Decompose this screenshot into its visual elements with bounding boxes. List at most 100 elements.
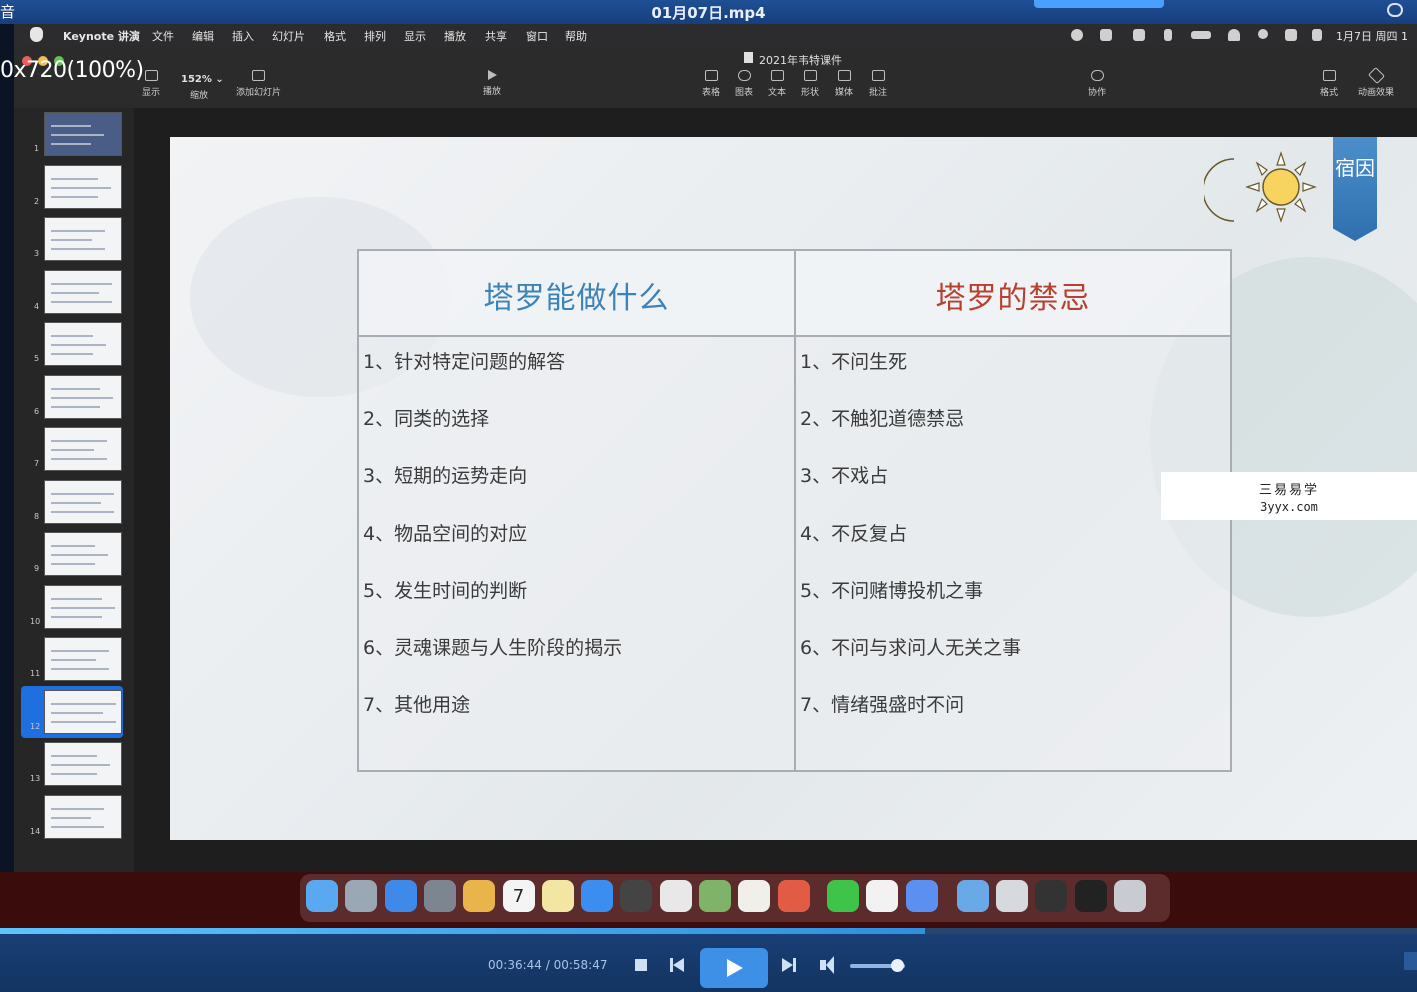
- thumbnail-line: [51, 405, 100, 408]
- thumbnail-line: [51, 597, 102, 600]
- siri-icon[interactable]: [1312, 29, 1322, 41]
- slide-thumbnail[interactable]: [44, 689, 122, 734]
- tool-animate[interactable]: 动画效果: [1358, 67, 1394, 98]
- table-cell-right: 2、不触犯道德禁忌: [800, 408, 965, 431]
- slide-number: 8: [34, 511, 40, 521]
- document-icon[interactable]: [996, 880, 1029, 912]
- menu-share[interactable]: 共享: [485, 28, 507, 44]
- media-icon: [837, 70, 851, 81]
- slide-thumbnail[interactable]: [44, 479, 122, 524]
- slide-thumbnail[interactable]: [44, 217, 122, 261]
- search-icon[interactable]: [1258, 29, 1268, 39]
- slide-thumbnail[interactable]: [44, 742, 122, 786]
- maps-icon[interactable]: [699, 880, 731, 912]
- menu-edit[interactable]: 编辑: [192, 28, 214, 44]
- slide-thumbnail[interactable]: [44, 427, 122, 471]
- phone-icon[interactable]: [1035, 880, 1068, 912]
- thumbnail-line: [51, 143, 91, 145]
- menu-file[interactable]: 文件: [152, 28, 174, 44]
- apple-icon[interactable]: [30, 27, 43, 42]
- finder-icon[interactable]: [306, 880, 338, 912]
- wechat-icon[interactable]: [826, 880, 859, 912]
- textedit-icon[interactable]: [738, 880, 771, 912]
- safari-icon[interactable]: [384, 880, 417, 912]
- slide-thumbnail[interactable]: [44, 637, 122, 681]
- menu-app[interactable]: Keynote 讲演: [63, 28, 140, 44]
- menu-slide[interactable]: 幻灯片: [272, 28, 305, 44]
- table-cell-left: 3、短期的运势走向: [363, 465, 528, 488]
- system-preferences-icon[interactable]: [423, 880, 456, 912]
- bluetooth-icon[interactable]: [1164, 29, 1172, 41]
- slide-thumbnail[interactable]: [44, 164, 122, 209]
- plus-icon: [252, 70, 265, 81]
- slide-thumbnail[interactable]: [44, 269, 122, 314]
- menu-help[interactable]: 帮助: [565, 28, 587, 44]
- menu-view[interactable]: 显示: [404, 28, 426, 44]
- preview-icon[interactable]: [659, 880, 692, 912]
- thumbnail-line: [51, 545, 95, 547]
- slide-thumbnail[interactable]: [44, 374, 122, 419]
- launchpad-icon[interactable]: [345, 880, 378, 912]
- wifi-icon[interactable]: [1228, 29, 1240, 41]
- thumbnail-line: [51, 291, 99, 294]
- table-cell-right: 7、情绪强盛时不问: [800, 694, 965, 717]
- tool-zoom[interactable]: 缩放: [190, 88, 208, 101]
- keynote-icon[interactable]: [620, 880, 653, 912]
- play-button[interactable]: [700, 948, 768, 988]
- menu-arrange[interactable]: 排列: [364, 28, 386, 44]
- menu-format[interactable]: 格式: [324, 28, 346, 44]
- table-cell-right: 4、不反复占: [800, 522, 908, 545]
- tool-view[interactable]: 显示: [142, 70, 160, 98]
- table-header-right: 塔罗的禁忌: [935, 281, 1091, 316]
- slide-number: 12: [30, 721, 41, 731]
- tool-play[interactable]: 播放: [483, 70, 501, 97]
- slide-thumbnail[interactable]: [44, 584, 122, 629]
- volume-knob[interactable]: [890, 959, 904, 972]
- slide-navigator[interactable]: 1 2 3 4 5 6 7 8 9 10 11 12 13 14: [14, 108, 134, 872]
- tool-media[interactable]: 媒体: [835, 70, 853, 98]
- battery-icon[interactable]: [1191, 31, 1211, 39]
- collapse-panel-button[interactable]: [1404, 952, 1417, 970]
- tool-text[interactable]: 文本: [768, 70, 786, 98]
- tool-table[interactable]: 表格: [702, 70, 720, 98]
- stop-button[interactable]: [635, 959, 647, 971]
- feishu-icon[interactable]: [905, 880, 938, 912]
- slide-number: 7: [34, 459, 40, 468]
- chat-icon[interactable]: [1387, 3, 1403, 17]
- slide-thumbnail[interactable]: [44, 794, 122, 839]
- thumbnail-line: [51, 764, 110, 766]
- status-clock-icon[interactable]: [1071, 29, 1083, 41]
- tool-collaborate[interactable]: 协作: [1088, 70, 1106, 98]
- tool-chart[interactable]: 图表: [735, 70, 753, 98]
- tool-format[interactable]: 格式: [1320, 70, 1338, 98]
- input-method-icon[interactable]: [1133, 29, 1145, 41]
- screen-icon[interactable]: [1074, 880, 1107, 912]
- slide-thumbnail[interactable]: [44, 322, 122, 366]
- chrome-icon[interactable]: [777, 880, 810, 912]
- zoom-select[interactable]: 152% ⌄: [181, 74, 224, 85]
- app-store-icon[interactable]: [581, 880, 614, 912]
- menu-insert[interactable]: 插入: [232, 28, 254, 44]
- slide-thumbnail[interactable]: [44, 112, 122, 156]
- folder-icon[interactable]: [956, 880, 989, 912]
- thumbnail-line: [51, 492, 114, 495]
- notes-icon[interactable]: [541, 880, 574, 912]
- menu-play[interactable]: 播放: [444, 28, 466, 44]
- calendar-icon[interactable]: 7: [502, 880, 535, 912]
- next-button[interactable]: [782, 958, 793, 972]
- slide-thumbnail[interactable]: [44, 532, 122, 576]
- control-center-icon[interactable]: [1285, 29, 1297, 41]
- keynote-toolbar: 2021年韦特课件 显示 152% ⌄ 缩放 添加幻灯片 播放 表格 图表 文本…: [14, 46, 1417, 108]
- tool-comment[interactable]: 批注: [869, 70, 887, 98]
- trash-icon[interactable]: [1114, 880, 1146, 912]
- wechat-status-icon[interactable]: [1100, 29, 1112, 41]
- wps-icon[interactable]: [866, 880, 899, 912]
- table-cell-right: 6、不问与求问人无关之事: [800, 637, 1022, 659]
- menu-clock[interactable]: 1月7日 周四 1: [1336, 28, 1408, 44]
- video-title: 01月07日.mp4: [651, 4, 766, 22]
- tool-shape[interactable]: 形状: [801, 70, 819, 98]
- tool-add-slide[interactable]: 添加幻灯片: [236, 70, 281, 98]
- menu-window[interactable]: 窗口: [526, 28, 548, 44]
- player-title-bar: 音 01月07日.mp4: [0, 0, 1417, 24]
- photos-icon[interactable]: [463, 880, 496, 912]
